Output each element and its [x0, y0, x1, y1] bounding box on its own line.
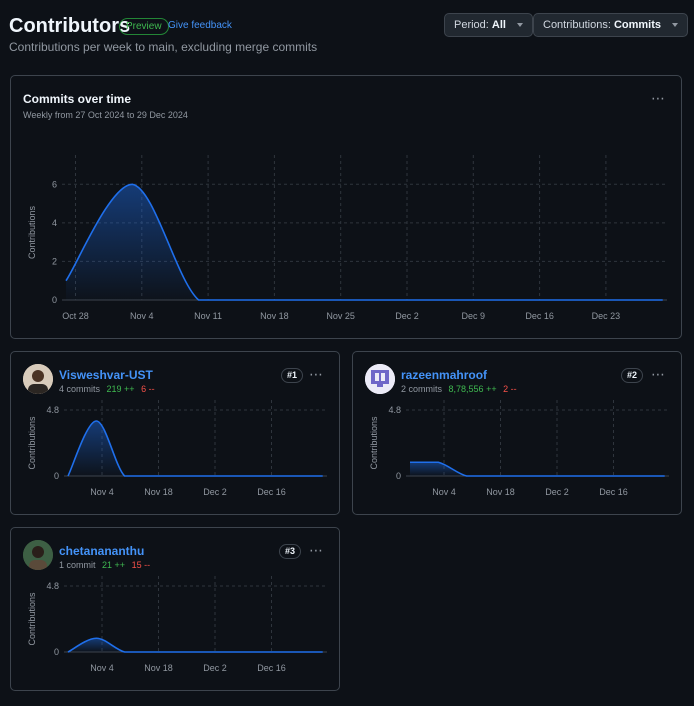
x-tick-label: Nov 18 — [144, 663, 173, 673]
x-tick-label: Nov 4 — [130, 311, 154, 321]
page-subtitle: Contributions per week to main, excludin… — [9, 40, 318, 54]
area-fill — [410, 462, 665, 476]
give-feedback-link[interactable]: Give feedback — [168, 20, 232, 31]
contributor-chart: 0 4.8 Nov 4 Nov 18 Dec 2 Dec 16 Contributions — [27, 576, 327, 673]
x-tick-label: Nov 4 — [90, 487, 114, 497]
y-tick-label: 0 — [396, 471, 401, 481]
x-tick-label: Nov 25 — [326, 311, 355, 321]
preview-badge: Preview — [119, 18, 169, 35]
x-tick-label: Nov 18 — [260, 311, 289, 321]
y-tick-label: 6 — [52, 179, 57, 189]
area-fill — [68, 421, 323, 476]
x-tick-label: Dec 16 — [599, 487, 628, 497]
x-tick-label: Nov 18 — [144, 487, 173, 497]
y-tick-label: 4.8 — [46, 581, 59, 591]
page-title: Contributors — [9, 15, 131, 37]
x-tick-label: Nov 4 — [432, 487, 456, 497]
x-tick-label: Dec 2 — [203, 663, 227, 673]
x-tick-label: Dec 23 — [592, 311, 621, 321]
commits-chart: 0 2 4 6 Oct 28 Nov 4 Nov 11 Nov 18 Nov 25 Dec 2 De… — [27, 155, 667, 321]
x-tick-label: Dec 16 — [257, 663, 286, 673]
contributor-card: chetanananthu 1 commit 21 ++ 15 -- #3 ⋯ … — [10, 527, 340, 691]
y-tick-label: 0 — [54, 471, 59, 481]
x-tick-label: Oct 28 — [62, 311, 89, 321]
contributions-button[interactable]: Contributions: Commits — [533, 13, 689, 37]
y-axis-label: Contributions — [27, 205, 37, 259]
y-axis-label: Contributions — [369, 416, 379, 470]
y-tick-label: 0 — [52, 295, 57, 305]
y-axis-label: Contributions — [27, 592, 37, 646]
contributor-card: razeenmahroof 2 commits 8,78,556 ++ 2 --… — [352, 351, 682, 515]
contributor-card: Visweshvar-UST 4 commits 219 ++ 6 -- #1 … — [10, 351, 340, 515]
x-tick-label: Dec 2 — [203, 487, 227, 497]
period-button[interactable]: Period: All — [444, 13, 534, 37]
x-tick-label: Dec 16 — [257, 487, 286, 497]
commits-over-time-panel: Commits over time Weekly from 27 Oct 202… — [10, 75, 682, 339]
chevron-down-icon — [672, 23, 679, 28]
contributor-chart: 0 4.8 Nov 4 Nov 18 Dec 2 Dec 16 Contributions — [369, 400, 669, 497]
area-fill — [66, 184, 663, 300]
contributions-label: Contributions: — [543, 19, 611, 31]
contributor-chart: 0 4.8 Nov 4 Nov 18 Dec 2 Dec 16 Contributions — [27, 400, 327, 497]
x-tick-label: Dec 9 — [462, 311, 486, 321]
contributions-value: Commits — [613, 19, 661, 31]
period-label: Period: — [454, 19, 489, 31]
y-axis-label: Contributions — [27, 416, 37, 470]
y-tick-label: 4.8 — [388, 405, 401, 415]
chevron-down-icon — [517, 23, 524, 28]
x-tick-label: Dec 16 — [525, 311, 554, 321]
x-tick-label: Nov 11 — [194, 311, 222, 321]
y-tick-label: 0 — [54, 647, 59, 657]
y-tick-label: 2 — [52, 256, 57, 266]
x-tick-label: Nov 18 — [486, 487, 515, 497]
x-tick-label: Dec 2 — [545, 487, 569, 497]
y-tick-label: 4 — [52, 218, 57, 228]
x-tick-label: Dec 2 — [395, 311, 419, 321]
area-fill — [68, 638, 323, 652]
y-tick-label: 4.8 — [46, 405, 59, 415]
x-tick-label: Nov 4 — [90, 663, 114, 673]
period-value: All — [491, 19, 506, 31]
